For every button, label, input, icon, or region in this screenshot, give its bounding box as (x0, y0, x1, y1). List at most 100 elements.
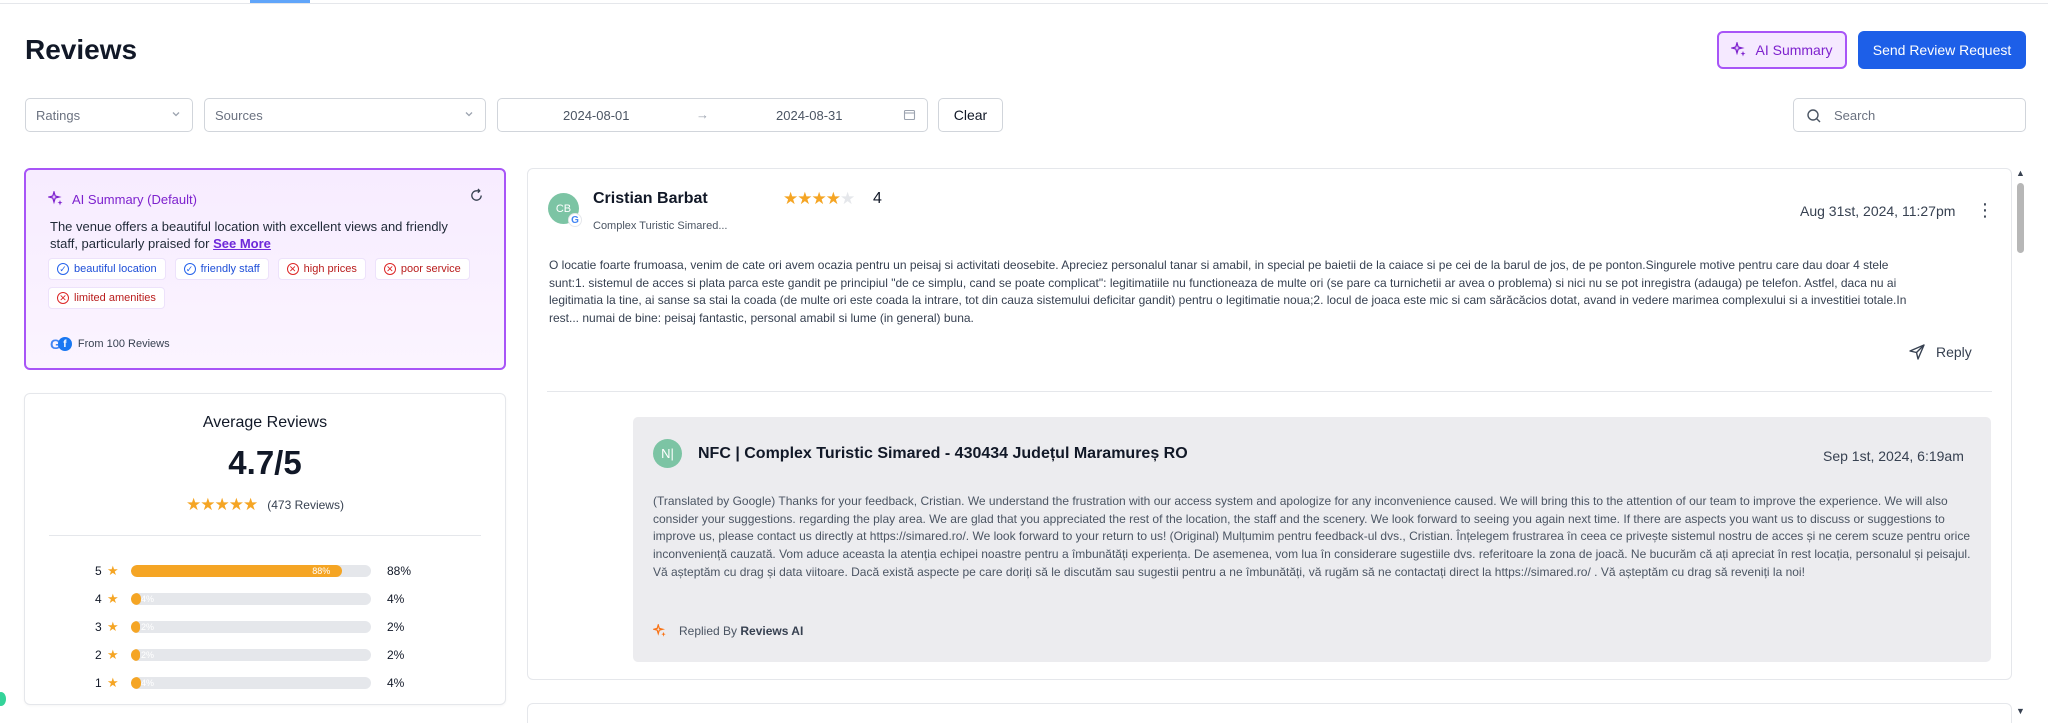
review-rating: 4 (873, 190, 882, 207)
tag-negative[interactable]: ✕ limited amenities (48, 287, 165, 309)
distribution-inline-label: 4% (141, 678, 155, 688)
distribution-percent: 4% (387, 676, 405, 690)
status-dot (0, 692, 6, 706)
divider (547, 391, 1992, 392)
sparkles-icon (48, 191, 63, 206)
ai-summary-button[interactable]: AI Summary (1717, 31, 1847, 69)
distribution-row: 4 ★ 4% 4% (95, 585, 455, 613)
review-count: (473 Reviews) (267, 498, 344, 512)
response-text: (Translated by Google) Thanks for your f… (653, 494, 1971, 579)
ai-summary-title: AI Summary (Default) (72, 191, 197, 207)
tag-positive[interactable]: ✓ friendly staff (174, 258, 269, 280)
scroll-up-icon[interactable]: ▲ (2016, 168, 2025, 178)
review-location: Complex Turistic Simared... (593, 220, 728, 232)
divider (49, 535, 481, 536)
tag-label: high prices (303, 263, 357, 275)
tag-label: poor service (400, 263, 461, 275)
star-rating-icon: ★★★★★ (186, 495, 258, 514)
search-box[interactable] (1793, 98, 2026, 132)
star-icon: ★ (107, 675, 119, 690)
avatar-initials: CB (555, 202, 572, 215)
ai-summary-button-label: AI Summary (1755, 42, 1833, 58)
search-input[interactable] (1834, 107, 2004, 123)
x-circle-icon: ✕ (383, 263, 396, 275)
distribution-bar: 88% (131, 565, 371, 577)
sparkles-icon (1731, 42, 1746, 57)
ai-summary-text: The venue offers a beautiful location wi… (50, 218, 470, 252)
response-author: NFC | Complex Turistic Simared - 430434 … (698, 445, 1188, 462)
calendar-icon (903, 109, 916, 121)
google-facebook-icon: Gf (50, 336, 72, 352)
ratings-select[interactable]: Ratings (25, 98, 193, 132)
owner-response: N| NFC | Complex Turistic Simared - 4304… (633, 417, 1991, 662)
tag-label: beautiful location (74, 263, 157, 275)
average-score: 4.7/5 (228, 444, 302, 481)
tag-positive[interactable]: ✓ beautiful location (48, 258, 166, 280)
active-tab-indicator (250, 0, 310, 3)
see-more-link[interactable]: See More (213, 236, 271, 251)
reply-label: Reply (1936, 344, 1972, 360)
average-reviews-card: Average Reviews 4.7/5 ★★★★★ (473 Reviews… (24, 393, 506, 705)
ai-summary-heading: AI Summary (Default) (48, 191, 197, 207)
reply-button[interactable]: Reply (1908, 343, 1972, 361)
distribution-row: 3 ★ 2% 2% (95, 613, 455, 641)
date-start[interactable]: 2024-08-01 (563, 108, 630, 123)
google-icon: G (568, 213, 582, 227)
star-level: 5 (95, 564, 102, 578)
chevron-down-icon (172, 112, 180, 117)
distribution-fill (131, 649, 140, 661)
distribution-inline-label: 2% (141, 622, 155, 632)
distribution-bar: 4% (131, 593, 371, 605)
star-rating-icon: ★★★★★ (783, 189, 855, 208)
response-date: Sep 1st, 2024, 6:19am (1823, 448, 1964, 464)
distribution-row: 5 ★ 88% 88% (95, 557, 455, 585)
distribution-row: 2 ★ 2% 2% (95, 641, 455, 669)
send-icon (1909, 344, 1925, 360)
star-level: 2 (95, 648, 102, 662)
distribution-fill (131, 677, 141, 689)
distribution-percent: 2% (387, 648, 405, 662)
tag-negative[interactable]: ✕ poor service (374, 258, 470, 280)
more-options-icon[interactable]: ⋮ (1976, 201, 1994, 219)
avatar: CB G (548, 193, 582, 227)
distribution-bar: 4% (131, 677, 371, 689)
sources-select-placeholder: Sources (215, 107, 263, 123)
average-stars-row: ★★★★★ (473 Reviews) (25, 495, 505, 515)
replied-by-prefix: Replied By (679, 624, 738, 638)
check-circle-icon: ✓ (57, 263, 69, 275)
star-icon: ★ (107, 563, 119, 578)
distribution-bar: 2% (131, 649, 371, 661)
ai-summary-source: Gf From 100 Reviews (50, 336, 170, 352)
check-circle-icon: ✓ (183, 263, 196, 275)
date-end[interactable]: 2024-08-31 (776, 108, 843, 123)
scrollbar-thumb[interactable] (2017, 183, 2024, 253)
arrow-right-icon: → (696, 107, 709, 122)
distribution-percent: 4% (387, 592, 405, 606)
scroll-down-icon[interactable]: ▼ (2016, 706, 2025, 716)
distribution-percent: 88% (387, 564, 412, 578)
page-title: Reviews (25, 34, 138, 65)
review-card (527, 703, 2012, 723)
review-text: O locatie foarte frumoasa, venim de cate… (549, 258, 1907, 325)
sources-select[interactable]: Sources (204, 98, 486, 132)
distribution-fill (131, 621, 140, 633)
tag-label: limited amenities (74, 292, 156, 304)
star-icon: ★ (107, 647, 119, 662)
star-level: 4 (95, 592, 102, 606)
top-nav-bar (0, 0, 2048, 4)
date-range-picker[interactable]: 2024-08-01 → 2024-08-31 (497, 98, 928, 132)
tag-negative[interactable]: ✕ high prices (277, 258, 366, 280)
tag-label: friendly staff (200, 263, 260, 275)
review-card: CB G Cristian Barbat Complex Turistic Sim… (527, 168, 2012, 680)
distribution-row: 1 ★ 4% 4% (95, 669, 455, 697)
average-reviews-title: Average Reviews (202, 414, 328, 431)
distribution-fill (131, 593, 141, 605)
reviewer-name[interactable]: Cristian Barbat (593, 190, 708, 208)
distribution-fill (131, 565, 343, 577)
refresh-icon[interactable] (469, 188, 484, 203)
x-circle-icon: ✕ (286, 263, 299, 275)
send-review-request-button[interactable]: Send Review Request (1858, 31, 2026, 69)
distribution-bar: 2% (131, 621, 371, 633)
clear-button[interactable]: Clear (938, 98, 1003, 132)
replied-by-name: Reviews AI (740, 624, 804, 638)
